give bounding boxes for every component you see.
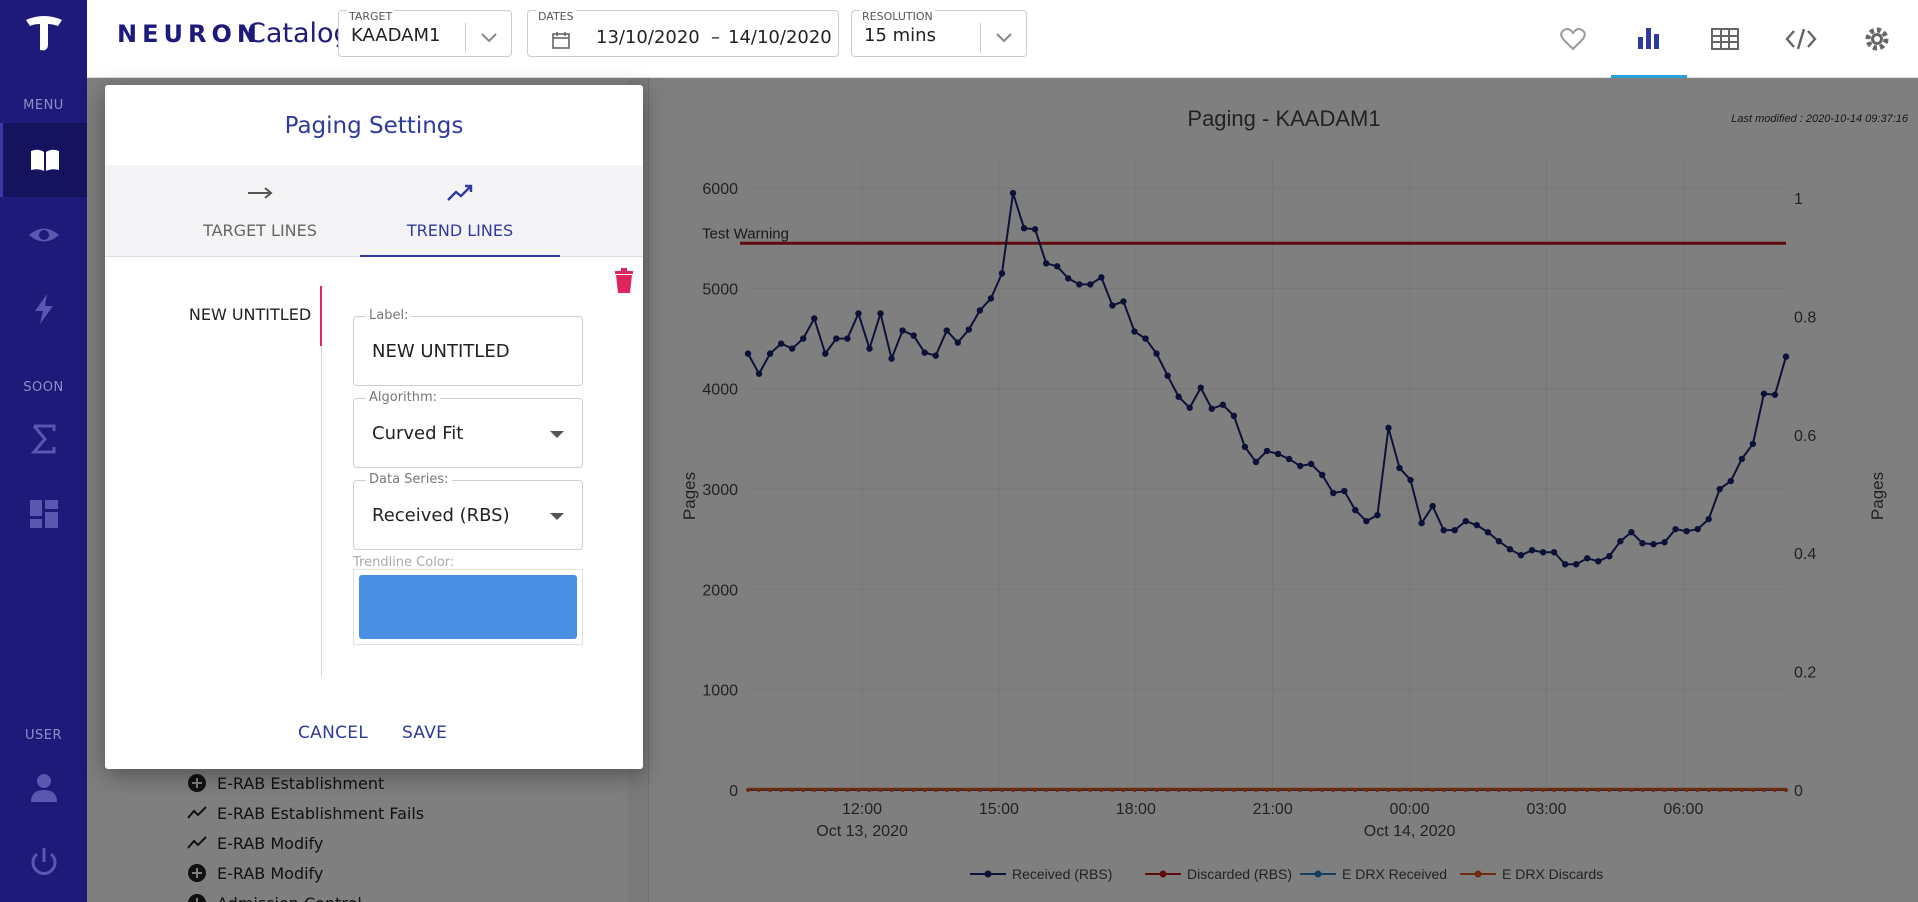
- algorithm-value: Curved Fit: [372, 423, 464, 444]
- label-field-value[interactable]: NEW UNTITLED: [372, 341, 510, 362]
- data-series-value: Received (RBS): [372, 505, 510, 526]
- telstra-logo-icon[interactable]: [22, 10, 66, 54]
- brand-name: NEURON: [117, 20, 262, 48]
- left-nav: MENU SOON USER: [0, 0, 87, 902]
- algorithm-select[interactable]: Algorithm: Curved Fit: [353, 390, 583, 468]
- nav-power-icon[interactable]: [0, 825, 87, 899]
- trending-up-icon: [447, 184, 473, 201]
- tab-target-lines-label: TARGET LINES: [203, 221, 317, 240]
- caret-down-icon[interactable]: [550, 431, 564, 438]
- date-end[interactable]: 14/10/2020: [728, 27, 832, 48]
- settings-tabs: TARGET LINES TREND LINES: [105, 165, 643, 257]
- data-series-select[interactable]: Data Series: Received (RBS): [353, 472, 583, 550]
- chevron-down-icon[interactable]: [980, 23, 1026, 53]
- tab-trend-lines[interactable]: TREND LINES: [360, 165, 560, 257]
- trendline-list-item[interactable]: NEW UNTITLED: [135, 305, 365, 324]
- bar-chart-icon[interactable]: [1611, 0, 1687, 78]
- resolution-label: RESOLUTION: [860, 10, 935, 23]
- code-icon[interactable]: [1763, 0, 1839, 78]
- trash-icon[interactable]: [613, 268, 635, 294]
- date-start[interactable]: 13/10/2020: [596, 27, 700, 48]
- dates-range[interactable]: DATES 13/10/2020 – 14/10/2020: [527, 10, 839, 57]
- cancel-button[interactable]: CANCEL: [298, 723, 368, 743]
- caret-down-icon[interactable]: [550, 513, 564, 520]
- label-field[interactable]: Label: NEW UNTITLED: [353, 308, 583, 386]
- arrow-right-icon: [248, 187, 273, 199]
- nav-sigma-icon[interactable]: [0, 402, 87, 476]
- color-swatch[interactable]: [359, 575, 577, 639]
- favorite-heart-icon[interactable]: [1535, 0, 1611, 78]
- nav-user-icon[interactable]: [0, 750, 87, 824]
- nav-catalog-book-icon[interactable]: [0, 123, 87, 197]
- target-select[interactable]: TARGET KAADAM1: [338, 10, 512, 57]
- nav-section-soon: SOON: [23, 380, 64, 395]
- trendline-color-label: Trendline Color:: [353, 555, 455, 570]
- date-separator: –: [711, 27, 720, 48]
- nav-section-menu: MENU: [23, 98, 64, 113]
- save-button[interactable]: SAVE: [402, 723, 447, 743]
- resolution-value: 15 mins: [864, 25, 936, 46]
- table-icon[interactable]: [1687, 0, 1763, 78]
- nav-eye-icon[interactable]: [0, 198, 87, 272]
- dates-label: DATES: [536, 10, 576, 23]
- label-field-label: Label:: [366, 308, 412, 323]
- data-series-field-label: Data Series:: [366, 472, 452, 487]
- paging-settings-dialog: Paging Settings TARGET LINES TREND LINES…: [105, 85, 643, 769]
- tab-target-lines[interactable]: TARGET LINES: [160, 165, 360, 257]
- target-label: TARGET: [347, 10, 395, 23]
- trendline-color-picker[interactable]: [353, 569, 583, 645]
- chevron-down-icon[interactable]: [465, 23, 511, 53]
- target-value: KAADAM1: [351, 25, 441, 46]
- nav-dashboard-icon[interactable]: [0, 477, 87, 551]
- tab-trend-lines-label: TREND LINES: [406, 221, 514, 240]
- calendar-icon[interactable]: [552, 31, 570, 49]
- gear-icon[interactable]: [1839, 0, 1915, 78]
- nav-lightning-icon[interactable]: [0, 272, 87, 346]
- dialog-title: Paging Settings: [284, 113, 464, 139]
- top-bar: NEURON Catalog TARGET KAADAM1 DATES 13/1…: [87, 0, 1918, 78]
- resolution-select[interactable]: RESOLUTION 15 mins: [851, 10, 1027, 57]
- brand-subtitle: Catalog: [247, 18, 351, 49]
- nav-section-user: USER: [24, 728, 62, 743]
- algorithm-field-label: Algorithm:: [366, 390, 441, 405]
